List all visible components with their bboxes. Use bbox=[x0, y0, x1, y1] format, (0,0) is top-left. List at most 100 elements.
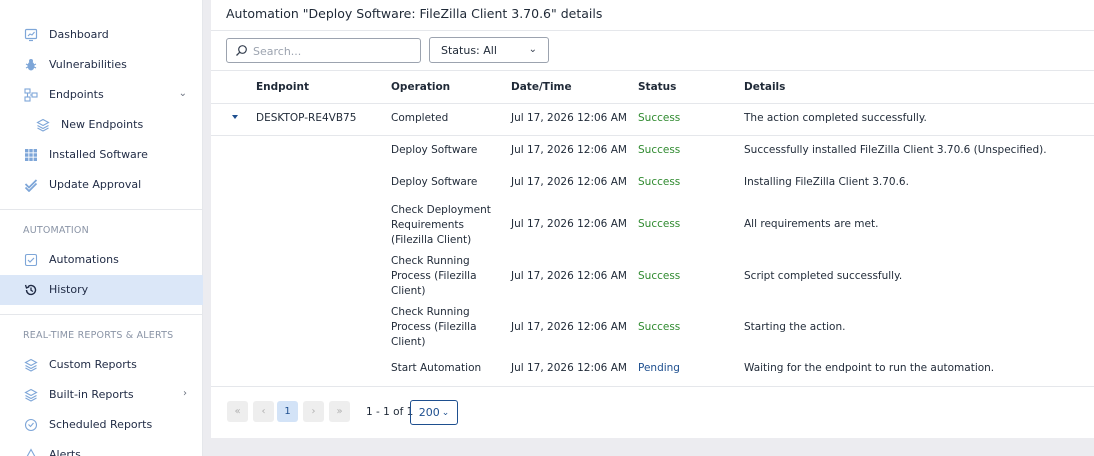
dashboard-icon bbox=[24, 28, 38, 42]
sidebar-item-dashboard[interactable]: Dashboard bbox=[0, 20, 203, 50]
child-row-status: Success bbox=[638, 321, 681, 333]
child-row-status: Success bbox=[638, 176, 681, 188]
search-input[interactable] bbox=[253, 42, 413, 60]
layers-icon bbox=[36, 118, 50, 132]
child-row-operation: Check Deployment Requirements (Filezilla… bbox=[391, 204, 491, 246]
chevron-right-icon[interactable]: › bbox=[183, 388, 187, 399]
column-header-status[interactable]: Status bbox=[638, 81, 676, 93]
child-row-details: Successfully installed FileZilla Client … bbox=[744, 144, 1047, 156]
row-endpoint: DESKTOP-RE4VB75 bbox=[256, 112, 357, 124]
chevron-down-icon[interactable]: ⌄ bbox=[179, 88, 187, 99]
page-1-button[interactable]: 1 bbox=[277, 401, 298, 422]
last-page-button[interactable]: » bbox=[329, 401, 350, 422]
automation-icon bbox=[24, 253, 38, 267]
column-header-endpoint[interactable]: Endpoint bbox=[256, 81, 309, 93]
first-page-button[interactable]: « bbox=[227, 401, 248, 422]
next-page-button[interactable]: › bbox=[303, 401, 324, 422]
sidebar-item-built-in-reports[interactable]: Built-in Reports › bbox=[0, 380, 203, 410]
child-row-operation: Check Running Process (Filezilla Client) bbox=[391, 255, 477, 297]
sidebar-divider bbox=[0, 314, 203, 315]
sidebar-item-label: Automations bbox=[49, 253, 119, 266]
child-row-datetime: Jul 17, 2026 12:06 AM bbox=[511, 270, 627, 282]
sidebar-item-endpoints[interactable]: Endpoints ⌄ bbox=[0, 80, 203, 110]
bug-icon bbox=[24, 58, 38, 72]
sidebar-item-scheduled-reports[interactable]: Scheduled Reports bbox=[0, 410, 203, 440]
divider bbox=[211, 135, 1094, 136]
child-row-operation: Start Automation bbox=[391, 362, 482, 374]
child-row-details: All requirements are met. bbox=[744, 218, 879, 230]
automation-details-panel: Automation "Deploy Software: FileZilla C… bbox=[211, 0, 1094, 438]
sidebar-item-history[interactable]: History bbox=[0, 275, 203, 305]
sidebar-divider bbox=[0, 209, 203, 210]
row-details: The action completed successfully. bbox=[744, 112, 927, 124]
sidebar-item-label: Update Approval bbox=[49, 178, 142, 191]
grid-icon bbox=[24, 148, 38, 162]
sidebar-item-installed-software[interactable]: Installed Software bbox=[0, 140, 203, 170]
sidebar-item-alerts[interactable]: Alerts bbox=[0, 440, 203, 456]
row-datetime: Jul 17, 2026 12:06 AM bbox=[511, 112, 627, 124]
collapse-row-icon[interactable] bbox=[231, 113, 239, 121]
sidebar-item-vulnerabilities[interactable]: Vulnerabilities bbox=[0, 50, 203, 80]
child-row-operation: Check Running Process (Filezilla Client) bbox=[391, 306, 477, 348]
clock-icon bbox=[24, 418, 38, 432]
status-filter-dropdown[interactable]: Status: All ⌄ bbox=[429, 37, 549, 63]
child-row-operation: Deploy Software bbox=[391, 176, 478, 188]
column-header-operation[interactable]: Operation bbox=[391, 81, 450, 93]
child-row-status: Success bbox=[638, 270, 681, 282]
sidebar-item-label: Installed Software bbox=[49, 148, 148, 161]
child-row-status: Pending bbox=[638, 362, 680, 374]
child-row-details: Starting the action. bbox=[744, 321, 846, 333]
row-status: Success bbox=[638, 112, 681, 124]
row-operation: Completed bbox=[391, 112, 449, 124]
child-row-details: Installing FileZilla Client 3.70.6. bbox=[744, 176, 909, 188]
chevron-down-icon: ⌄ bbox=[528, 44, 537, 55]
divider bbox=[211, 103, 1094, 104]
divider bbox=[211, 30, 1094, 31]
sidebar-item-new-endpoints[interactable]: New Endpoints bbox=[0, 110, 203, 140]
sidebar-item-label: Dashboard bbox=[49, 28, 109, 41]
page-title: Automation "Deploy Software: FileZilla C… bbox=[226, 6, 603, 21]
child-row-details: Script completed successfully. bbox=[744, 270, 903, 282]
child-row-datetime: Jul 17, 2026 12:06 AM bbox=[511, 144, 627, 156]
divider bbox=[211, 386, 1094, 387]
sidebar-item-update-approval[interactable]: Update Approval bbox=[0, 170, 203, 200]
sidebar: Dashboard Vulnerabilities Endpoints ⌄ Ne… bbox=[0, 0, 203, 456]
sidebar-item-label: Built-in Reports bbox=[49, 388, 134, 401]
page-size-select[interactable]: 200 ⌄ bbox=[410, 400, 458, 425]
sidebar-item-label: New Endpoints bbox=[61, 118, 144, 131]
section-label-reports: REAL-TIME REPORTS & ALERTS bbox=[23, 330, 174, 341]
section-label-automation: AUTOMATION bbox=[23, 225, 89, 236]
alert-icon bbox=[24, 448, 38, 456]
column-header-datetime[interactable]: Date/Time bbox=[511, 81, 572, 93]
pagination-count: 1 - 1 of 1 bbox=[366, 406, 414, 418]
endpoints-icon bbox=[24, 88, 38, 102]
layers-icon bbox=[24, 358, 38, 372]
child-row-details: Waiting for the endpoint to run the auto… bbox=[744, 362, 995, 374]
sidebar-item-label: Vulnerabilities bbox=[49, 58, 127, 71]
sidebar-item-label: Scheduled Reports bbox=[49, 418, 153, 431]
divider bbox=[211, 70, 1094, 71]
child-row-datetime: Jul 17, 2026 12:06 AM bbox=[511, 362, 627, 374]
search-box[interactable] bbox=[226, 38, 421, 63]
check-icon bbox=[24, 178, 38, 192]
child-row-operation: Deploy Software bbox=[391, 144, 478, 156]
chevron-down-icon: ⌄ bbox=[441, 407, 450, 418]
status-filter-label: Status: All bbox=[441, 44, 497, 57]
column-header-details[interactable]: Details bbox=[744, 81, 785, 93]
sidebar-item-label: Custom Reports bbox=[49, 358, 137, 371]
child-row-datetime: Jul 17, 2026 12:06 AM bbox=[511, 176, 627, 188]
child-row-datetime: Jul 17, 2026 12:06 AM bbox=[511, 218, 627, 230]
sidebar-item-label: Endpoints bbox=[49, 88, 104, 101]
sidebar-item-automations[interactable]: Automations bbox=[0, 245, 203, 275]
sidebar-item-custom-reports[interactable]: Custom Reports bbox=[0, 350, 203, 380]
sidebar-item-label: Alerts bbox=[49, 448, 81, 456]
child-row-status: Success bbox=[638, 144, 681, 156]
page-size-value: 200 bbox=[418, 406, 440, 419]
child-row-datetime: Jul 17, 2026 12:06 AM bbox=[511, 321, 627, 333]
sidebar-item-label: History bbox=[49, 283, 89, 296]
child-row-status: Success bbox=[638, 218, 681, 230]
history-icon bbox=[24, 283, 38, 297]
search-icon bbox=[236, 45, 247, 56]
prev-page-button[interactable]: ‹ bbox=[253, 401, 274, 422]
layers-icon bbox=[24, 388, 38, 402]
